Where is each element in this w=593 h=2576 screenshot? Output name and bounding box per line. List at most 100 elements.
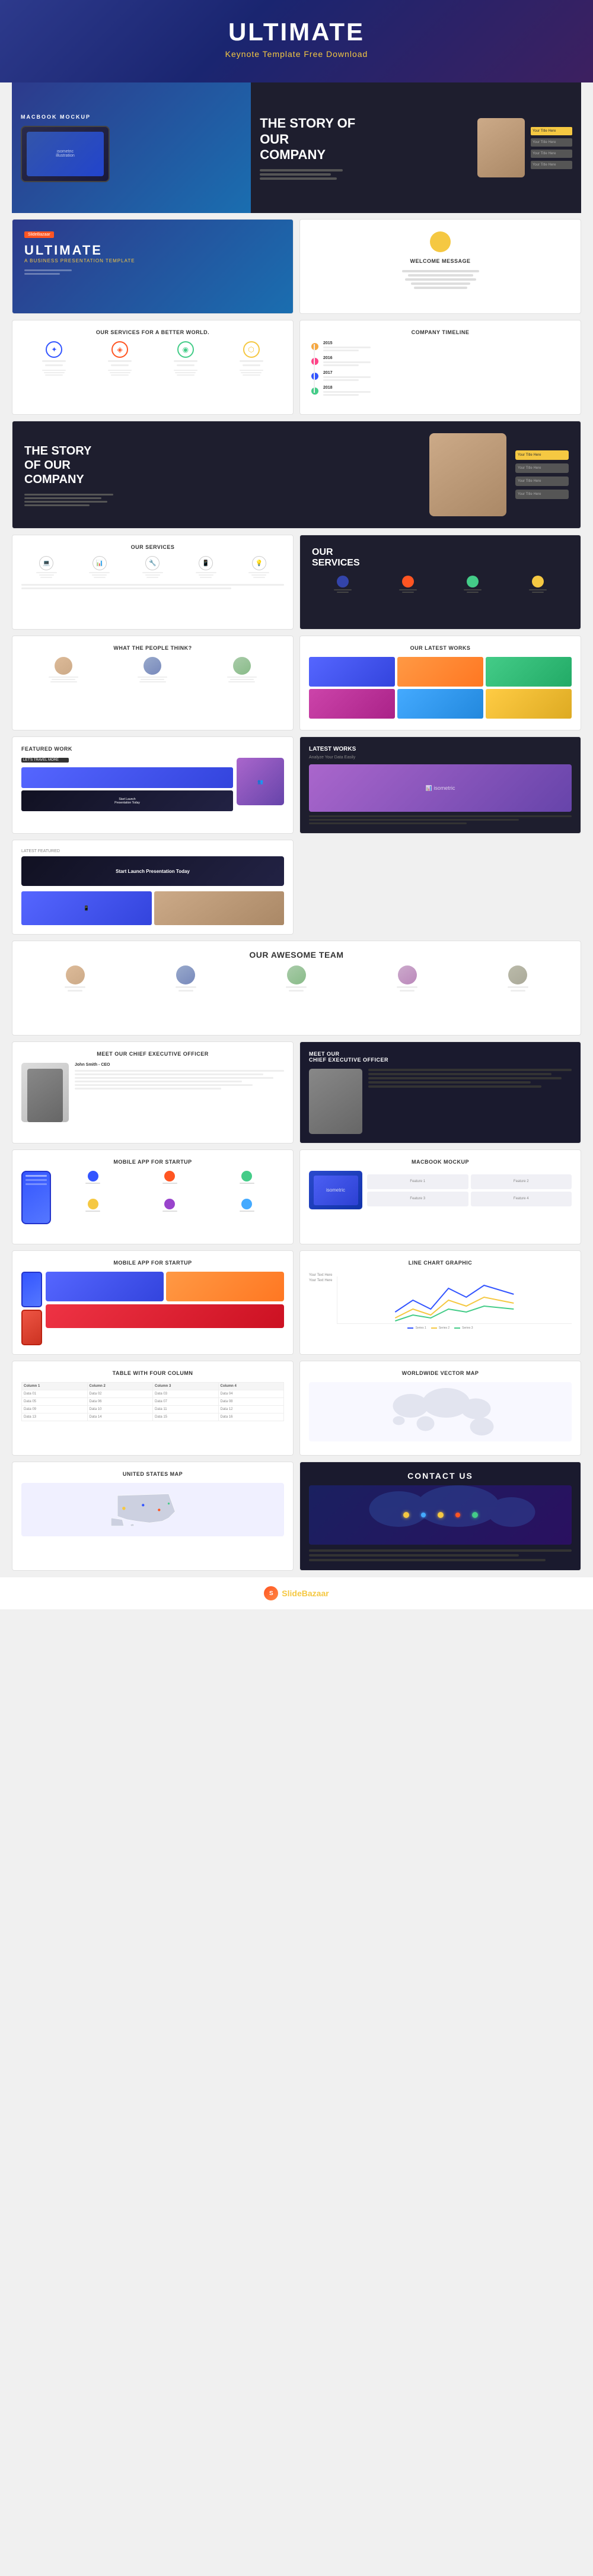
timeline-item-1: 2015 xyxy=(321,341,572,351)
line-chart-svg xyxy=(337,1276,572,1324)
slidebazaar-badge: SlideBazaar xyxy=(24,231,54,238)
ceo-layout: John Smith - CEO xyxy=(21,1063,284,1122)
mobile-icon-4 xyxy=(56,1199,130,1224)
slide-latest-dark: LATEST WORKS Analyze Your Data Easily 📊 … xyxy=(299,736,581,834)
featured-item-1 xyxy=(21,767,233,788)
slide-contact: CONTACT US xyxy=(299,1462,581,1571)
slide-ceo-white: MEET OUR CHIEF EXECUTIVE OFFICER John Sm… xyxy=(12,1041,294,1144)
slide-timeline: COMPANY TIMELINE 2015 2016 xyxy=(299,320,581,415)
mobile-phone xyxy=(21,1171,51,1224)
timeline-item-3: 2017 xyxy=(321,371,572,381)
latest-works-title: OUR LATEST WORKS xyxy=(309,645,572,651)
story-dark-title: THE STORYOF OURCOMPANY xyxy=(24,444,420,487)
timeline-item-4: 2018 xyxy=(321,386,572,396)
slide-ultimate: SlideBazaar ULTIMATE A BUSINESS PRESENTA… xyxy=(12,219,294,314)
mobile-icon-5 xyxy=(133,1199,208,1224)
ceo-content: John Smith - CEO xyxy=(75,1063,284,1122)
slide-awesome-team: OUR AWESOME TEAM xyxy=(12,941,581,1036)
featured-right: 👥 xyxy=(237,758,284,811)
featured-item-2: Start LaunchPresentation Today xyxy=(21,790,233,811)
mobile-screen-1 xyxy=(46,1272,164,1301)
ceo-dark-layout xyxy=(309,1069,572,1134)
work-thumb-2 xyxy=(397,657,483,687)
team-member-4 xyxy=(353,965,461,992)
slide-story-dark: THE STORYOF OURCOMPANY Your Title Here Y… xyxy=(12,421,581,529)
col-header-2: Column 2 xyxy=(87,1383,153,1390)
person-2 xyxy=(110,657,195,682)
team-member-5 xyxy=(464,965,572,992)
mobile-layout xyxy=(21,1171,284,1224)
slide-launch: LATEST FEATURED Start Launch Presentatio… xyxy=(12,840,294,935)
world-map-svg xyxy=(309,1382,572,1441)
ceo-dark-title: MEET OURCHIEF EXECUTIVE OFFICER xyxy=(309,1051,572,1063)
latest-label: LATEST FEATURED xyxy=(21,849,284,853)
mobile-icon-3 xyxy=(209,1171,284,1196)
team-avatar-4 xyxy=(398,965,417,984)
slide-welcome: WELCOME MESSAGE xyxy=(299,219,581,314)
launch-pres-block: Start Launch Presentation Today xyxy=(21,856,284,886)
macbook-label: MACBOOK MOCKUP xyxy=(21,114,91,120)
slide-our-services: OUR SERVICES 💻 📊 🔧 xyxy=(12,535,294,630)
slide-what-people: WHAT THE PEOPLE THINK? xyxy=(12,636,294,730)
laptop-device: isometricillustration xyxy=(21,126,110,182)
slide-latest-works: OUR LATEST WORKS xyxy=(299,636,581,730)
svc-item-2: 📊 xyxy=(89,556,110,578)
services-better-title: Our Services For A Better World. xyxy=(21,329,284,335)
us-map-title: UNITED STATES MAP xyxy=(21,1471,284,1477)
team-avatar-3 xyxy=(287,965,306,984)
line-chart-area xyxy=(337,1276,572,1324)
mobile-full-title: MOBILE APP FOR STARTUP xyxy=(21,1260,284,1266)
story-buttons: Your Title Here Your Title Here Your Tit… xyxy=(531,127,572,169)
mobile-full-layout xyxy=(21,1272,284,1345)
mobile-screen-2 xyxy=(166,1272,284,1301)
featured-work-title: FEATURED WORK xyxy=(21,746,284,752)
slide-ceo-dark: MEET OURCHIEF EXECUTIVE OFFICER xyxy=(299,1041,581,1144)
team-member-1 xyxy=(21,965,129,992)
slide-mobile-full: MOBILE APP FOR STARTUP xyxy=(12,1250,294,1355)
table-row: Data 01Data 02Data 03Data 04 xyxy=(22,1390,284,1398)
slide-featured-work: FEATURED WORK LET'S TRAVEL MORE Start La… xyxy=(12,736,294,834)
latest-dark-title: LATEST WORKS xyxy=(309,746,572,752)
macbook-title: MACBOOK MOCKUP xyxy=(309,1159,572,1165)
hero-right: THE STORY OFOURCOMPANY Your Title Here Y… xyxy=(251,82,581,213)
timeline-title: COMPANY TIMELINE xyxy=(309,329,572,335)
laptop-screen: isometricillustration xyxy=(27,132,104,176)
person-3 xyxy=(200,657,284,682)
featured-big-image: 👥 xyxy=(237,758,284,805)
what-people-title: WHAT THE PEOPLE THINK? xyxy=(21,645,284,651)
slide-services-better: Our Services For A Better World. ✦ ◈ ◉ ⬡ xyxy=(12,320,294,415)
mobile-icon-6 xyxy=(209,1199,284,1224)
story-image xyxy=(477,118,525,177)
service-item-3: ◉ xyxy=(174,341,197,366)
service-item-4: ⬡ xyxy=(240,341,263,366)
mobile-icon-2 xyxy=(133,1171,208,1196)
welcome-circle xyxy=(430,231,451,252)
our-services-title: OUR SERVICES xyxy=(21,544,284,550)
team-avatar-1 xyxy=(66,965,85,984)
featured-layout: LET'S TRAVEL MORE Start LaunchPresentati… xyxy=(21,758,284,811)
macbook-feature-1: Feature 1 xyxy=(367,1174,468,1189)
timeline-item-2: 2016 xyxy=(321,356,572,366)
work-thumb-3 xyxy=(486,657,572,687)
slide-line-chart: LINE CHART GRAPHIC Your Text Here Your T… xyxy=(299,1250,581,1355)
slide-table: TABLE WITH FOUR COLUMN Column 1 Column 2… xyxy=(12,1361,294,1456)
footer-logo[interactable]: S SlideBazaar xyxy=(264,1586,329,1600)
header-subtitle: Keynote Template Free Download xyxy=(12,49,581,59)
contact-map xyxy=(309,1485,572,1545)
welcome-title: WELCOME MESSAGE xyxy=(410,258,470,264)
latest-dark-image: 📊 isometric xyxy=(309,764,572,812)
awesome-team-title: OUR AWESOME TEAM xyxy=(21,950,572,960)
service-item-1: ✦ xyxy=(42,341,66,366)
story-dark-sidebar: Your Title Here Your Title Here Your Tit… xyxy=(515,433,569,516)
slide-mobile-small: MOBILE APP FOR STARTUP xyxy=(12,1149,294,1244)
mobile-small-title: MOBILE APP FOR STARTUP xyxy=(21,1159,284,1165)
macbook-device: isometric xyxy=(309,1171,362,1209)
contact-title: CONTACT US xyxy=(309,1471,572,1481)
service-icon-4: ⬡ xyxy=(243,341,260,358)
svc-dark-1 xyxy=(312,576,374,593)
services-icons: ✦ ◈ ◉ ⬡ xyxy=(21,341,284,366)
page-footer: S SlideBazaar xyxy=(0,1577,593,1609)
macbook-feature-2: Feature 2 xyxy=(471,1174,572,1189)
svc-item-1: 💻 xyxy=(36,556,57,578)
team-member-3 xyxy=(243,965,350,992)
